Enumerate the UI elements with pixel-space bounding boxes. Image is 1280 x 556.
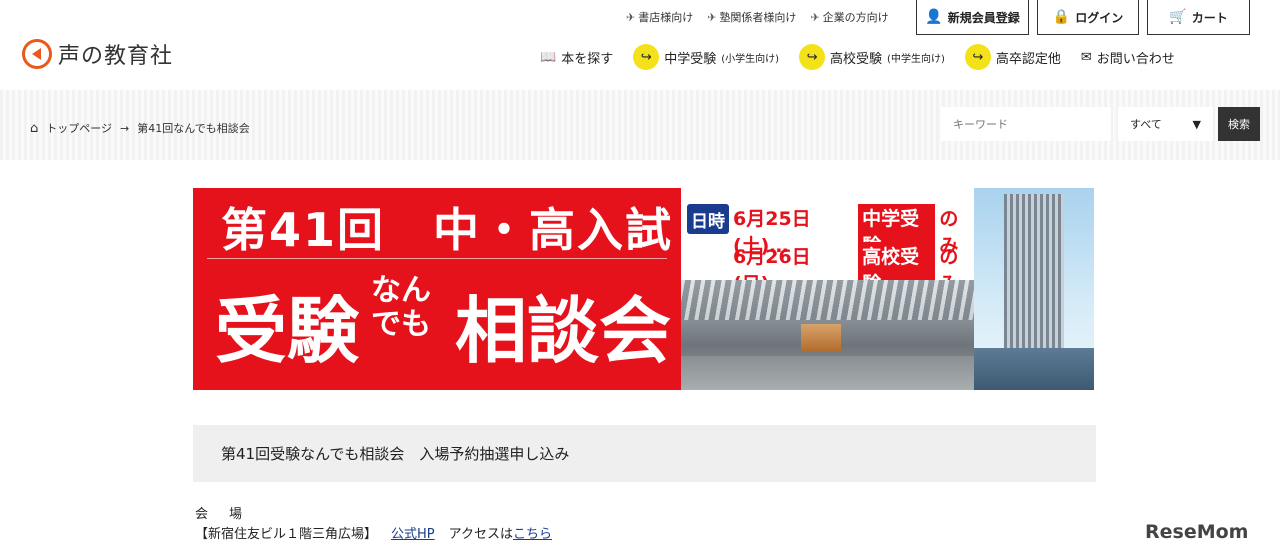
access-text: アクセスは bbox=[448, 527, 513, 542]
banner-title-juken: 受験 bbox=[215, 289, 360, 373]
date-label: 日時 bbox=[687, 204, 729, 234]
banner-date-panel: 日時 6月25日(土)… 中学受験 のみ 6月26日(日)… 高校受験 のみ bbox=[681, 188, 974, 390]
venue-heading: 会 場 bbox=[195, 507, 247, 522]
book-icon: 📖 bbox=[540, 49, 557, 65]
hall-photo bbox=[681, 280, 974, 390]
access-info: アクセスはこちら bbox=[449, 523, 552, 542]
search-category-value: すべて bbox=[1130, 118, 1162, 131]
page-title: 第41回受験なんでも相談会 入場予約抽選申し込み bbox=[193, 425, 1096, 482]
cart-icon: 🛒 bbox=[1169, 9, 1187, 25]
breadcrumb-band: ⌂ トップページ → 第41回なんでも相談会 すべて ▼ 検索 bbox=[0, 90, 1280, 160]
venue-line: 【新宿住友ビル１階三角広場】 公式HP アクセスはこちら bbox=[195, 523, 552, 542]
nav-junior-high[interactable]: ↪ 中学受験 (小学生向け) bbox=[633, 44, 779, 70]
nav-contact[interactable]: ✉ お問い合わせ bbox=[1081, 48, 1175, 67]
tower-image bbox=[1004, 194, 1064, 364]
breadcrumb-arrow-icon: → bbox=[120, 121, 130, 135]
building-photo bbox=[974, 188, 1094, 390]
banner-title-soudankai: 相談会 bbox=[455, 289, 672, 373]
tower-base-image bbox=[974, 348, 1094, 390]
triangle-down-icon: ▼ bbox=[1192, 117, 1201, 131]
top-links: ✈ 書店様向け ✈ 塾関係者様向け ✈ 企業の方向け bbox=[626, 9, 889, 25]
search-input[interactable] bbox=[941, 107, 1111, 141]
nav-find-book-label: 本を探す bbox=[561, 51, 614, 67]
login-button[interactable]: 🔒 ログイン bbox=[1037, 0, 1139, 35]
arrow-circle-icon: ↪ bbox=[799, 44, 826, 70]
nav-other[interactable]: ↪ 高卒認定他 bbox=[964, 44, 1061, 70]
nav-find-book[interactable]: 📖 本を探す bbox=[540, 48, 613, 67]
banner-title-line1: 第41回 中・高入試 bbox=[221, 203, 674, 257]
nav-high-school[interactable]: ↪ 高校受験 (中学生向け) bbox=[799, 44, 945, 70]
toplink-bookstores-label: 書店様向け bbox=[638, 11, 694, 24]
breadcrumb-current: 第41回なんでも相談会 bbox=[137, 122, 250, 135]
resemom-watermark: ReseMom bbox=[1145, 521, 1249, 543]
arrow-circle-icon: ↪ bbox=[633, 44, 660, 70]
site-logo[interactable]: 声の教育社 bbox=[22, 38, 173, 70]
nav-other-label: 高卒認定他 bbox=[995, 51, 1061, 67]
nav-junior-high-label: 中学受験 bbox=[664, 51, 717, 67]
lock-icon: 🔒 bbox=[1052, 9, 1071, 25]
venue-name: 【新宿住友ビル１階三角広場】 bbox=[195, 527, 378, 542]
cart-label: カート bbox=[1191, 10, 1228, 25]
arrow-circle-icon: ↪ bbox=[964, 44, 991, 70]
official-site-link[interactable]: 公式HP bbox=[391, 523, 435, 542]
hall-floor bbox=[681, 356, 974, 390]
nav-high-school-sub: (中学生向け) bbox=[887, 53, 945, 65]
event-banner: 第41回 中・高入試 受験 なんでも 相談会 日時 6月25日(土)… 中学受験… bbox=[193, 188, 1094, 390]
banner-divider bbox=[207, 258, 667, 259]
nav-contact-label: お問い合わせ bbox=[1096, 51, 1175, 67]
user-icon: 👤 bbox=[925, 9, 943, 25]
login-label: ログイン bbox=[1075, 10, 1124, 25]
paper-plane-icon: ✈ bbox=[626, 10, 636, 24]
toplink-companies[interactable]: ✈ 企業の方向け bbox=[810, 9, 888, 25]
paper-plane-icon: ✈ bbox=[810, 10, 820, 24]
toplink-companies-label: 企業の方向け bbox=[822, 11, 889, 24]
site-header: 声の教育社 ✈ 書店様向け ✈ 塾関係者様向け ✈ 企業の方向け 👤 新規会員登録 🔒… bbox=[0, 0, 1280, 90]
search-button[interactable]: 検索 bbox=[1218, 107, 1260, 141]
toplink-cram-schools-label: 塾関係者様向け bbox=[719, 11, 797, 24]
hall-roof bbox=[681, 280, 974, 320]
logo-text: 声の教育社 bbox=[58, 44, 174, 69]
home-icon[interactable]: ⌂ bbox=[30, 121, 38, 136]
cart-button[interactable]: 🛒 カート bbox=[1147, 0, 1250, 35]
register-label: 新規会員登録 bbox=[947, 10, 1020, 25]
breadcrumb: ⌂ トップページ → 第41回なんでも相談会 bbox=[30, 120, 250, 136]
main-nav: 📖 本を探す ↪ 中学受験 (小学生向け) ↪ 高校受験 (中学生向け) ↪ 高卒認定他 ✉… bbox=[540, 44, 1175, 70]
toplink-bookstores[interactable]: ✈ 書店様向け bbox=[626, 9, 693, 25]
banner-title-nandemo: なんでも bbox=[371, 273, 431, 342]
search-category-select[interactable]: すべて ▼ bbox=[1118, 107, 1213, 141]
mail-icon: ✉ bbox=[1080, 49, 1092, 65]
nav-junior-high-sub: (小学生向け) bbox=[721, 53, 780, 65]
register-button[interactable]: 👤 新規会員登録 bbox=[916, 0, 1029, 35]
paper-plane-icon: ✈ bbox=[707, 10, 717, 24]
banner-title-panel: 第41回 中・高入試 受験 なんでも 相談会 bbox=[193, 188, 681, 390]
logo-mark-icon bbox=[22, 39, 52, 69]
breadcrumb-home[interactable]: トップページ bbox=[46, 120, 112, 136]
toplink-cram-schools[interactable]: ✈ 塾関係者様向け bbox=[707, 9, 796, 25]
access-link[interactable]: こちら bbox=[513, 527, 552, 542]
nav-high-school-label: 高校受験 bbox=[830, 51, 883, 67]
hall-screen bbox=[801, 324, 841, 352]
